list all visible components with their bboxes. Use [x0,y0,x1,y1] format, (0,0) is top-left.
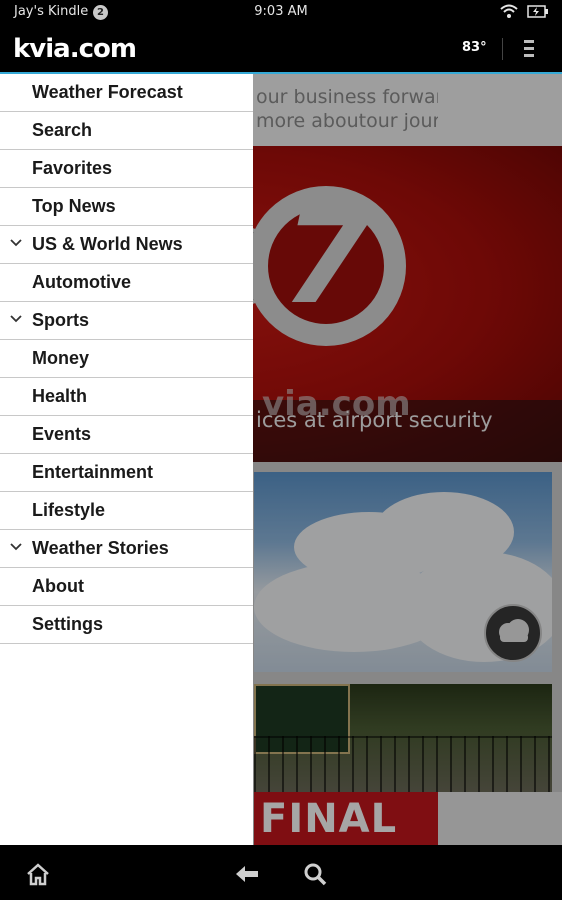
drawer-item-label: Automotive [32,272,131,292]
temperature-readout[interactable]: 83° [462,40,487,55]
drawer-item-label: Events [32,424,92,444]
drawer-item-entertainment[interactable]: Entertainment [0,454,253,492]
drawer-item-search[interactable]: Search [0,112,253,150]
drawer-item-events[interactable]: Events [0,416,253,454]
app-header: kvia.com 83° [0,24,562,72]
status-bar: Jay's Kindle 2 9:03 AM [0,0,562,24]
drawer-item-label: Favorites [32,158,113,178]
drawer-item-top-news[interactable]: Top News [0,188,253,226]
chevron-down-icon[interactable] [10,541,22,553]
drawer-item-weather-forecast[interactable]: Weather Forecast [0,74,253,112]
overflow-menu-icon[interactable] [518,38,540,60]
drawer-item-money[interactable]: Money [0,340,253,378]
drawer-item-label: US & World News [32,234,183,254]
clock: 9:03 AM [254,4,308,19]
drawer-item-us-and-world-news[interactable]: US & World News [0,226,253,264]
battery-charging-icon [527,5,548,18]
site-logo[interactable]: kvia.com [13,34,137,64]
home-icon[interactable] [25,861,51,887]
search-icon[interactable] [302,861,328,887]
drawer-item-label: About [32,576,84,596]
drawer-item-health[interactable]: Health [0,378,253,416]
back-icon[interactable] [234,861,260,887]
drawer-item-weather-stories[interactable]: Weather Stories [0,530,253,568]
drawer-item-label: Top News [32,196,116,216]
wifi-icon [500,4,518,18]
drawer-item-label: Weather Forecast [32,82,183,102]
drawer-item-automotive[interactable]: Automotive [0,264,253,302]
header-divider [502,38,503,60]
drawer-item-label: Weather Stories [32,538,169,558]
chevron-down-icon[interactable] [10,237,22,249]
drawer-item-sports[interactable]: Sports [0,302,253,340]
drawer-item-label: Health [32,386,88,406]
drawer-item-about[interactable]: About [0,568,253,606]
drawer-item-label: Search [32,120,93,140]
drawer-item-settings[interactable]: Settings [0,606,253,644]
drawer-item-lifestyle[interactable]: Lifestyle [0,492,253,530]
navigation-drawer: Weather Forecast Search Favorites Top News U… [0,74,253,845]
drawer-item-label: Sports [32,310,90,330]
chevron-down-icon[interactable] [10,313,22,325]
drawer-item-favorites[interactable]: Favorites [0,150,253,188]
system-nav-bar [0,845,562,900]
drawer-item-label: Money [32,348,90,368]
drawer-item-label: Lifestyle [32,500,106,520]
drawer-item-label: Settings [32,614,104,634]
drawer-item-label: Entertainment [32,462,154,482]
